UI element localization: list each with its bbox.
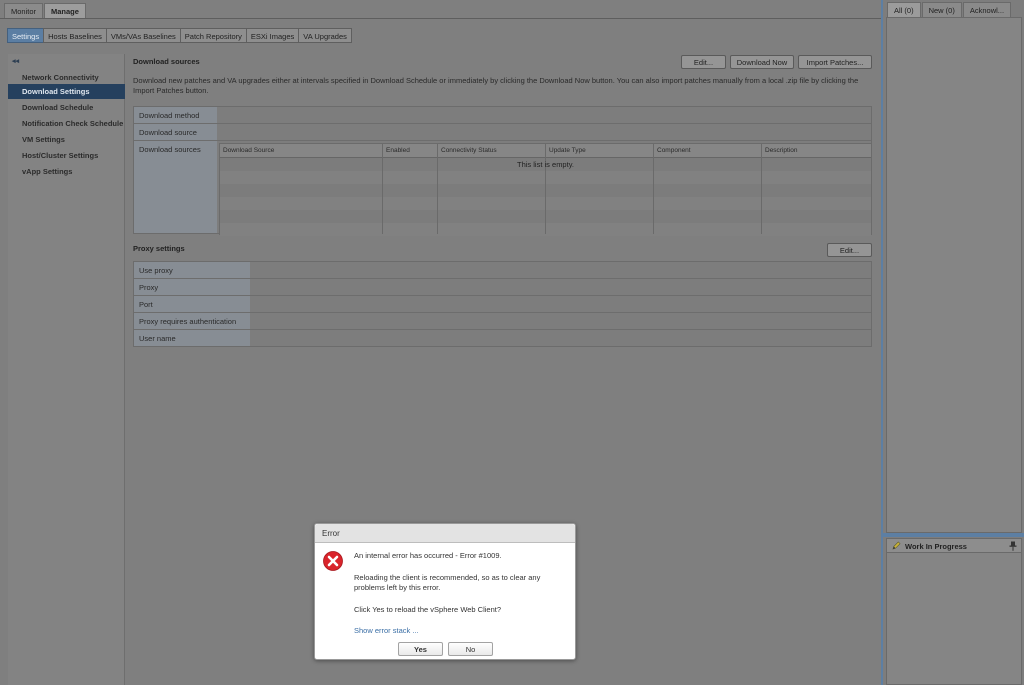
col-update-type[interactable]: Update Type	[549, 147, 586, 154]
subtab-patch-repository[interactable]: Patch Repository	[179, 28, 247, 43]
download-sources-title: Download sources	[133, 57, 200, 66]
label-download-source: Download source	[134, 124, 217, 140]
nav-item-network-connectivity[interactable]: Network Connectivity	[8, 70, 125, 85]
nav-item-notification-check-schedule[interactable]: Notification Check Schedule	[8, 116, 125, 131]
proxy-settings-panel: Use proxy Proxy Port Proxy requires auth…	[133, 261, 872, 347]
label-proxy: Proxy	[134, 279, 250, 295]
no-button[interactable]: No	[448, 642, 493, 656]
edit-proxy-button[interactable]: Edit...	[827, 243, 872, 257]
yes-button[interactable]: Yes	[398, 642, 443, 656]
col-download-source[interactable]: Download Source	[223, 147, 274, 154]
download-now-button[interactable]: Download Now	[730, 55, 794, 69]
top-tab-bar: Monitor Manage	[4, 3, 87, 18]
tab-acknowledged-alarms[interactable]: Acknowl...	[962, 2, 1012, 17]
row-port: Port	[134, 296, 871, 313]
tab-new-alarms[interactable]: New (0)	[921, 2, 962, 17]
row-download-source: Download source	[134, 124, 871, 141]
col-description[interactable]: Description	[765, 147, 798, 154]
download-description: Download new patches and VA upgrades eit…	[133, 76, 859, 95]
collapse-icon[interactable]: ◂◂	[12, 57, 19, 65]
edit-download-sources-button[interactable]: Edit...	[681, 55, 726, 69]
label-use-proxy: Use proxy	[134, 262, 250, 278]
row-proxy: Proxy	[134, 279, 871, 296]
wip-title: Work In Progress	[905, 542, 967, 551]
alarms-tab-bar: All (0) New (0) Acknowl...	[887, 2, 1012, 17]
grid-col-divider	[545, 144, 546, 234]
error-message: An internal error has occurred - Error #…	[354, 551, 502, 560]
download-sources-grid[interactable]: Download Source Enabled Connectivity Sta…	[219, 143, 872, 236]
work-in-progress-panel: Work In Progress	[886, 538, 1022, 685]
grid-col-divider	[382, 144, 383, 234]
settings-nav: ◂◂ Network Connectivity Download Setting…	[8, 54, 125, 685]
tab-manage[interactable]: Manage	[44, 3, 86, 18]
tab-divider	[0, 18, 881, 19]
grid-col-divider	[761, 144, 762, 234]
row-download-method: Download method	[134, 107, 871, 124]
reload-question: Click Yes to reload the vSphere Web Clie…	[354, 605, 502, 614]
label-download-method: Download method	[134, 107, 217, 123]
alarms-list	[886, 17, 1022, 533]
pin-icon[interactable]	[1009, 541, 1017, 551]
nav-item-vapp-settings[interactable]: vApp Settings	[8, 164, 125, 179]
nav-item-download-settings[interactable]: Download Settings	[8, 84, 125, 99]
proxy-settings-title: Proxy settings	[133, 244, 185, 253]
sub-tab-bar: Settings Hosts Baselines VMs/VAs Baselin…	[7, 28, 352, 43]
pencil-icon	[892, 541, 901, 550]
error-icon	[323, 551, 343, 571]
col-connectivity-status[interactable]: Connectivity Status	[441, 147, 497, 154]
label-download-sources: Download sources	[134, 141, 217, 233]
row-use-proxy: Use proxy	[134, 262, 871, 279]
col-component[interactable]: Component	[657, 147, 691, 154]
import-patches-button[interactable]: Import Patches...	[798, 55, 872, 69]
grid-col-divider	[653, 144, 654, 234]
tab-monitor[interactable]: Monitor	[4, 3, 44, 18]
grid-col-divider	[437, 144, 438, 234]
nav-item-host-cluster-settings[interactable]: Host/Cluster Settings	[8, 148, 125, 163]
row-proxy-auth: Proxy requires authentication	[134, 313, 871, 330]
label-port: Port	[134, 296, 250, 312]
reload-recommendation-line2: problems left by this error.	[354, 583, 441, 592]
subtab-vms-vas-baselines[interactable]: VMs/VAs Baselines	[105, 28, 181, 43]
row-user-name: User name	[134, 330, 871, 346]
show-error-stack-link[interactable]: Show error stack ...	[354, 626, 419, 635]
col-enabled[interactable]: Enabled	[386, 147, 410, 154]
grid-empty-message: This list is empty.	[517, 160, 574, 169]
label-proxy-auth: Proxy requires authentication	[134, 313, 250, 329]
subtab-settings[interactable]: Settings	[7, 28, 45, 43]
error-dialog: Error An internal error has occurred - E…	[314, 523, 576, 660]
pane-splitter[interactable]	[883, 533, 1024, 537]
dialog-title: Error	[315, 524, 575, 543]
nav-item-download-schedule[interactable]: Download Schedule	[8, 100, 125, 115]
reload-recommendation-line1: Reloading the client is recommended, so …	[354, 573, 541, 582]
subtab-va-upgrades[interactable]: VA Upgrades	[298, 28, 352, 43]
subtab-hosts-baselines[interactable]: Hosts Baselines	[43, 28, 107, 43]
nav-item-vm-settings[interactable]: VM Settings	[8, 132, 125, 147]
wip-header: Work In Progress	[887, 539, 1021, 553]
tab-all-alarms[interactable]: All (0)	[887, 2, 921, 17]
label-user-name: User name	[134, 330, 250, 346]
subtab-esxi-images[interactable]: ESXi Images	[245, 28, 300, 43]
alarms-pane: All (0) New (0) Acknowl... Work In Progr…	[881, 0, 1024, 685]
download-sources-panel: Download method Download source Download…	[133, 106, 872, 236]
